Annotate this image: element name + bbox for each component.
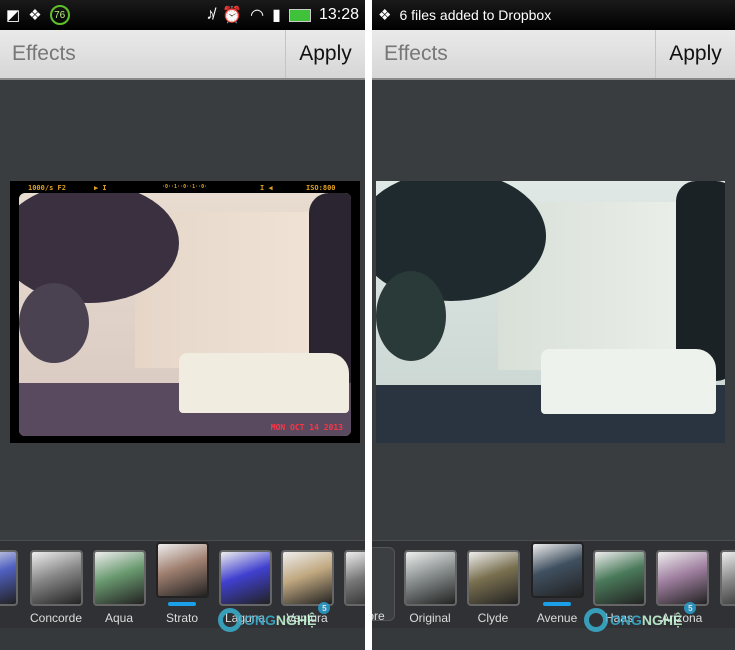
right-screen: ❖ 6 files added to Dropbox Effects Apply… bbox=[372, 0, 735, 650]
filter-thumb-partial[interactable] bbox=[720, 550, 735, 606]
left-screen: ◩ ❖ 76 ♪̸ ⏰ ◠ ▮ 13:28 Effects Apply 1000… bbox=[0, 0, 365, 650]
filter-thumb-w[interactable] bbox=[0, 550, 18, 606]
signal-icon: ▮ bbox=[272, 7, 281, 24]
photo-image: MON OCT 14 2013 bbox=[19, 193, 351, 436]
more-label[interactable]: ore bbox=[372, 609, 385, 623]
mute-icon: ♪̸ bbox=[206, 6, 215, 23]
filter-thumb-avenue[interactable] bbox=[531, 542, 584, 598]
filter-thumb-strato[interactable] bbox=[156, 542, 209, 598]
iso-readout: ISO:800 bbox=[306, 184, 336, 192]
shutter-readout: 1000/s F2 bbox=[28, 184, 66, 192]
filter-thumb-clyde[interactable] bbox=[467, 550, 520, 606]
filter-label[interactable]: Original bbox=[409, 611, 450, 625]
rewind-readout: I ◀ bbox=[260, 184, 273, 192]
battery-icon bbox=[288, 8, 311, 22]
clock: 13:28 bbox=[318, 6, 359, 23]
filter-thumb-b[interactable] bbox=[344, 550, 365, 606]
filter-thumb-arizona[interactable] bbox=[656, 550, 709, 606]
filter-label[interactable]: Avenue bbox=[537, 611, 577, 625]
action-bar: Effects Apply bbox=[0, 30, 365, 80]
wifi-icon: ◠ bbox=[250, 7, 265, 24]
filter-thumb-haas[interactable] bbox=[593, 550, 646, 606]
status-bar: ◩ ❖ 76 ♪̸ ⏰ ◠ ▮ 13:28 bbox=[0, 0, 365, 30]
filter-thumb-concorde[interactable] bbox=[30, 550, 83, 606]
watermark-logo: ONG NGHỆ 5 bbox=[218, 602, 331, 632]
alarm-icon: ⏰ bbox=[222, 7, 243, 24]
filter-label[interactable]: Concorde bbox=[30, 611, 82, 625]
date-stamp: MON OCT 14 2013 bbox=[270, 423, 343, 432]
filter-thumb-laguna[interactable] bbox=[219, 550, 272, 606]
apply-button[interactable]: Apply bbox=[285, 30, 365, 78]
battery-badge-icon: 76 bbox=[49, 5, 70, 25]
photo-image bbox=[376, 181, 725, 443]
watermark-logo: ONG NGHỆ 5 bbox=[584, 602, 697, 632]
page-title: Effects bbox=[384, 42, 448, 65]
photo-preview bbox=[376, 181, 725, 443]
selected-indicator bbox=[543, 602, 571, 606]
sim-icon: ◩ bbox=[6, 7, 21, 24]
filter-label[interactable]: Clyde bbox=[478, 611, 509, 625]
play-readout: ▶ I bbox=[94, 184, 107, 192]
dropbox-icon: ❖ bbox=[28, 7, 42, 24]
filter-thumb-aqua[interactable] bbox=[93, 550, 146, 606]
scale-readout: ·0··1··0··1··0· bbox=[162, 184, 208, 190]
filter-thumb-original[interactable] bbox=[404, 550, 457, 606]
action-bar: Effects Apply bbox=[372, 30, 735, 80]
notification-text: 6 files added to Dropbox bbox=[399, 7, 552, 23]
photo-preview: 1000/s F2 ▶ I ·0··1··0··1··0· I ◀ ISO:80… bbox=[10, 181, 360, 443]
filter-thumb-ventura[interactable] bbox=[281, 550, 334, 606]
filter-label[interactable]: Strato bbox=[166, 611, 198, 625]
status-bar: ❖ 6 files added to Dropbox bbox=[372, 0, 735, 30]
filter-label[interactable]: Aqua bbox=[105, 611, 133, 625]
apply-button[interactable]: Apply bbox=[655, 30, 735, 78]
page-title: Effects bbox=[12, 42, 76, 65]
dropbox-icon: ❖ bbox=[378, 7, 392, 24]
selected-indicator bbox=[168, 602, 196, 606]
